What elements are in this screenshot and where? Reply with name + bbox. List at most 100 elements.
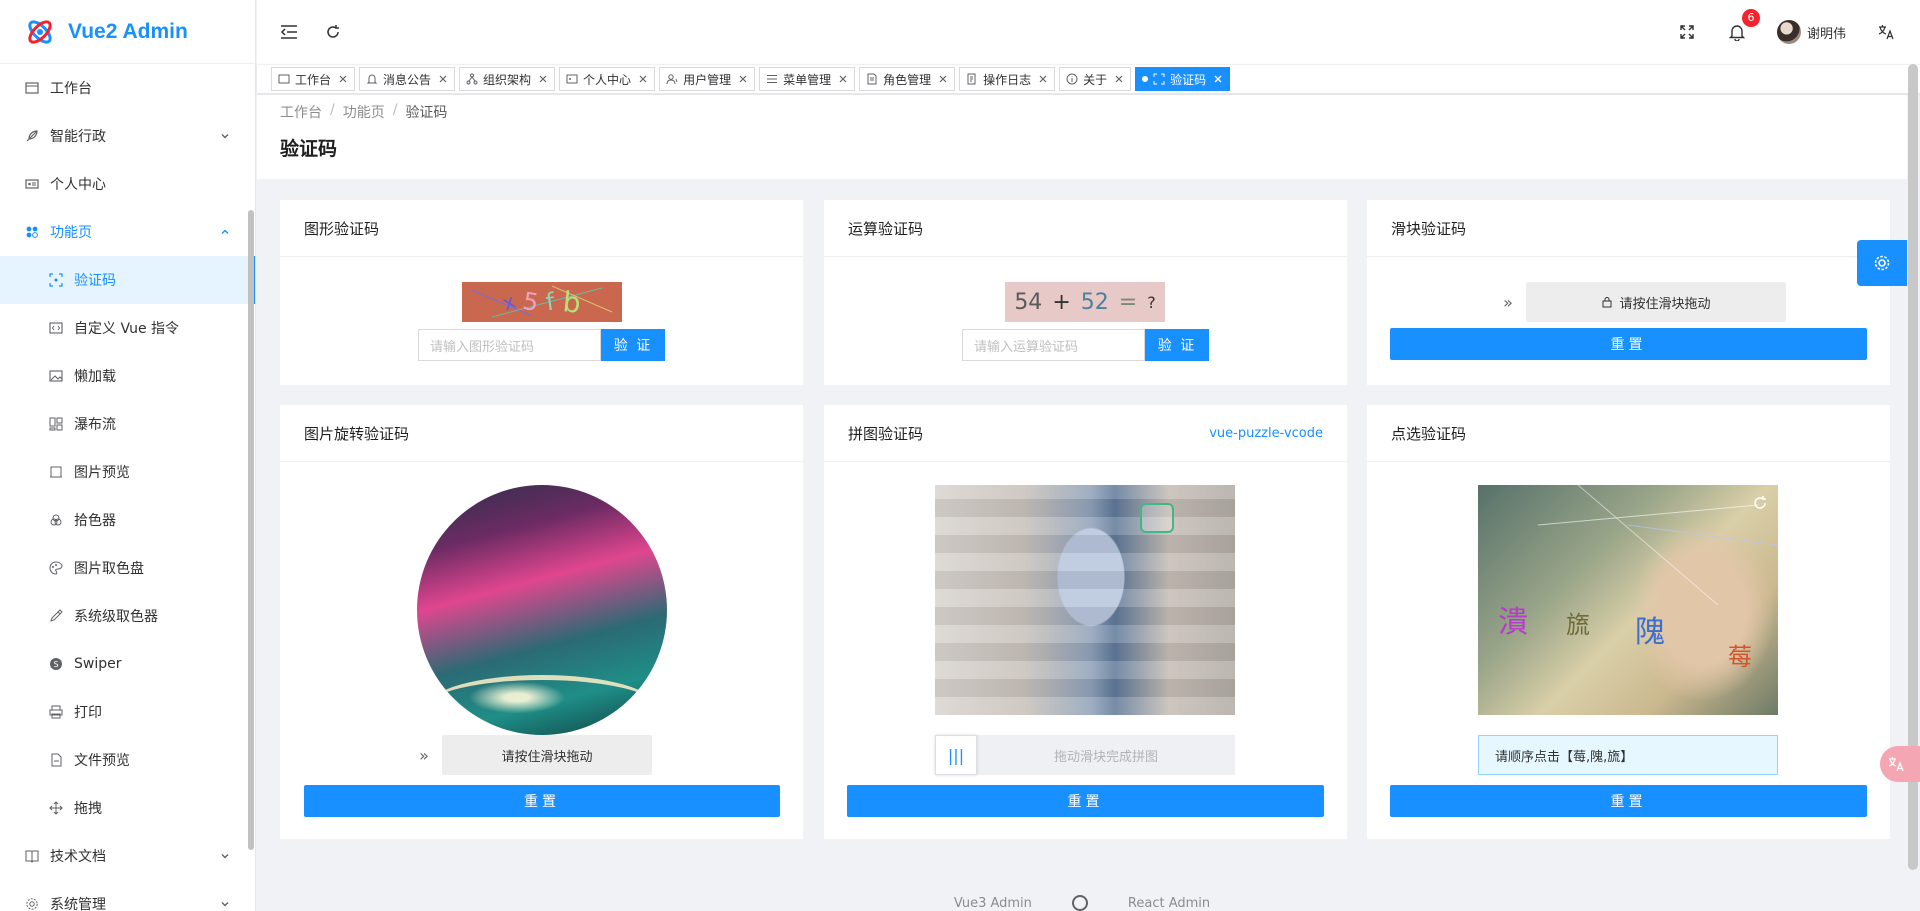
slider-reset-button[interactable]: 重置 — [1390, 328, 1867, 360]
sidebar-item-docs[interactable]: 技术文档 — [0, 832, 255, 880]
close-icon[interactable] — [438, 74, 448, 84]
scan-icon — [1153, 73, 1165, 85]
github-icon[interactable] — [1071, 895, 1088, 911]
sidebar-item-label: 瀑布流 — [74, 417, 116, 433]
translate-icon — [1888, 757, 1904, 772]
puzzle-slider[interactable]: ||| 拖动滑块完成拼图 — [935, 735, 1235, 775]
card-title: 图片旋转验证码 — [304, 424, 410, 443]
sidebar-item-captcha[interactable]: 验证码 — [0, 256, 255, 304]
sidebar-item-preview[interactable]: 图片预览 — [0, 448, 255, 496]
rotate-captcha-card: 图片旋转验证码 » 请按住滑块拖动 重置 — [280, 405, 803, 839]
picture-icon — [48, 464, 64, 480]
puzzle-handle[interactable]: ||| — [935, 735, 977, 775]
sidebar-scrollbar[interactable] — [248, 210, 254, 850]
sidebar: Vue2 Admin 工作台 智能行政 个人中心 功能页 验证码 自定义 Vue… — [0, 0, 256, 911]
math-verify-button[interactable]: 验 证 — [1145, 329, 1209, 361]
translate-icon[interactable] — [1876, 22, 1896, 42]
avatar — [1776, 20, 1801, 44]
user-menu[interactable]: 谢明伟 — [1776, 20, 1846, 44]
refresh-icon[interactable] — [323, 22, 343, 42]
double-chevron-right-icon[interactable]: » — [1490, 293, 1526, 312]
click-char[interactable]: 莓 — [1728, 637, 1752, 672]
tab-organization[interactable]: 组织架构 — [459, 67, 556, 91]
menu-fold-icon[interactable] — [279, 22, 299, 42]
logo[interactable]: Vue2 Admin — [0, 0, 255, 64]
sidebar-item-colorpicker[interactable]: 拾色器 — [0, 496, 255, 544]
tab-users[interactable]: 用户管理 — [659, 67, 756, 91]
sidebar-item-print[interactable]: 打印 — [0, 688, 255, 736]
close-icon[interactable] — [538, 74, 548, 84]
logo-icon — [28, 19, 52, 44]
click-char[interactable]: 隗 — [1635, 607, 1665, 651]
sidebar-item-dashboard[interactable]: 工作台 — [0, 64, 255, 112]
sidebar-item-label: 工作台 — [50, 81, 92, 97]
breadcrumb-item[interactable]: 工作台 — [280, 102, 322, 122]
close-icon[interactable] — [838, 74, 848, 84]
math-captcha-card: 运算验证码 54 + 52 = ? 请输入运算验证码 验 证 — [824, 200, 1347, 385]
apps-icon — [24, 224, 40, 240]
close-icon[interactable] — [738, 74, 748, 84]
translate-float-button[interactable] — [1880, 746, 1920, 782]
click-captcha-card: 点选验证码 潰 旒 隗 莓 请顺序点击【莓,隗,旒】 重置 — [1367, 405, 1890, 839]
gear-icon — [24, 896, 40, 911]
tab-profile[interactable]: 个人中心 — [559, 67, 656, 91]
sidebar-item-directive[interactable]: 自定义 Vue 指令 — [0, 304, 255, 352]
refresh-icon[interactable] — [1752, 495, 1768, 511]
sidebar-item-admin[interactable]: 智能行政 — [0, 112, 255, 160]
tab-about[interactable]: 关于 — [1059, 67, 1132, 91]
math-captcha-input[interactable]: 请输入运算验证码 — [962, 329, 1145, 361]
tab-roles[interactable]: 角色管理 — [859, 67, 956, 91]
slider-track[interactable]: 请按住滑块拖动 — [1526, 282, 1786, 322]
sidebar-item-swiper[interactable]: S Swiper — [0, 640, 255, 688]
tab-captcha[interactable]: 验证码 — [1135, 67, 1231, 91]
sidebar-item-features[interactable]: 功能页 — [0, 208, 255, 256]
sidebar-item-lazyload[interactable]: 懒加载 — [0, 352, 255, 400]
page-header: 工作台 / 功能页 / 验证码 验证码 — [257, 95, 1907, 179]
chevron-down-icon — [221, 134, 229, 139]
tab-logs[interactable]: 操作日志 — [959, 67, 1056, 91]
footer-link-vue3[interactable]: Vue3 Admin — [954, 896, 1032, 911]
sidebar-item-system[interactable]: 系统管理 — [0, 880, 255, 911]
close-icon[interactable] — [638, 74, 648, 84]
breadcrumb-separator: / — [330, 102, 335, 118]
click-reset-button[interactable]: 重置 — [1390, 785, 1867, 817]
close-icon[interactable] — [338, 74, 348, 84]
click-captcha-image[interactable]: 潰 旒 隗 莓 — [1478, 485, 1778, 715]
sidebar-item-image-color[interactable]: 图片取色盘 — [0, 544, 255, 592]
rotate-reset-button[interactable]: 重置 — [304, 785, 780, 817]
file-icon — [48, 752, 64, 768]
sidebar-item-waterfall[interactable]: 瀑布流 — [0, 400, 255, 448]
sidebar-item-file-preview[interactable]: 文件预览 — [0, 736, 255, 784]
graphic-verify-button[interactable]: 验 证 — [601, 329, 665, 361]
sidebar-item-profile[interactable]: 个人中心 — [0, 160, 255, 208]
double-chevron-right-icon[interactable]: » — [406, 746, 442, 765]
math-captcha-image[interactable]: 54 + 52 = ? — [1005, 282, 1165, 322]
puzzle-piece[interactable] — [1140, 503, 1174, 533]
close-icon[interactable] — [1114, 74, 1124, 84]
puzzle-reset-button[interactable]: 重置 — [847, 785, 1324, 817]
notification-button[interactable]: 6 — [1727, 9, 1760, 42]
rotate-slider-track[interactable]: 请按住滑块拖动 — [442, 735, 652, 775]
card-title: 滑块验证码 — [1391, 219, 1467, 238]
close-icon[interactable] — [1213, 74, 1223, 84]
sidebar-item-label: 拖拽 — [74, 801, 102, 817]
tab-menus[interactable]: 菜单管理 — [759, 67, 856, 91]
slider-captcha-card: 滑块验证码 » 请按住滑块拖动 重置 — [1367, 200, 1890, 385]
close-icon[interactable] — [1038, 74, 1048, 84]
sidebar-item-drag[interactable]: 拖拽 — [0, 784, 255, 832]
swiper-icon: S — [48, 656, 64, 672]
click-char[interactable]: 旒 — [1566, 605, 1590, 640]
active-dot — [1142, 76, 1149, 82]
puzzle-library-link[interactable]: vue-puzzle-vcode — [1209, 426, 1323, 441]
settings-button[interactable] — [1857, 240, 1907, 286]
graphic-captcha-image[interactable]: x 5 f b — [462, 282, 622, 322]
close-icon[interactable] — [938, 74, 948, 84]
fullscreen-icon[interactable] — [1677, 22, 1697, 42]
click-char[interactable]: 潰 — [1498, 597, 1528, 641]
footer-link-react[interactable]: React Admin — [1128, 896, 1210, 911]
tab-dashboard[interactable]: 工作台 — [271, 67, 356, 91]
breadcrumb-item[interactable]: 功能页 — [343, 102, 385, 122]
graphic-captcha-input[interactable]: 请输入图形验证码 — [418, 329, 601, 361]
tab-notice[interactable]: 消息公告 — [359, 67, 456, 91]
sidebar-item-eyedropper[interactable]: 系统级取色器 — [0, 592, 255, 640]
